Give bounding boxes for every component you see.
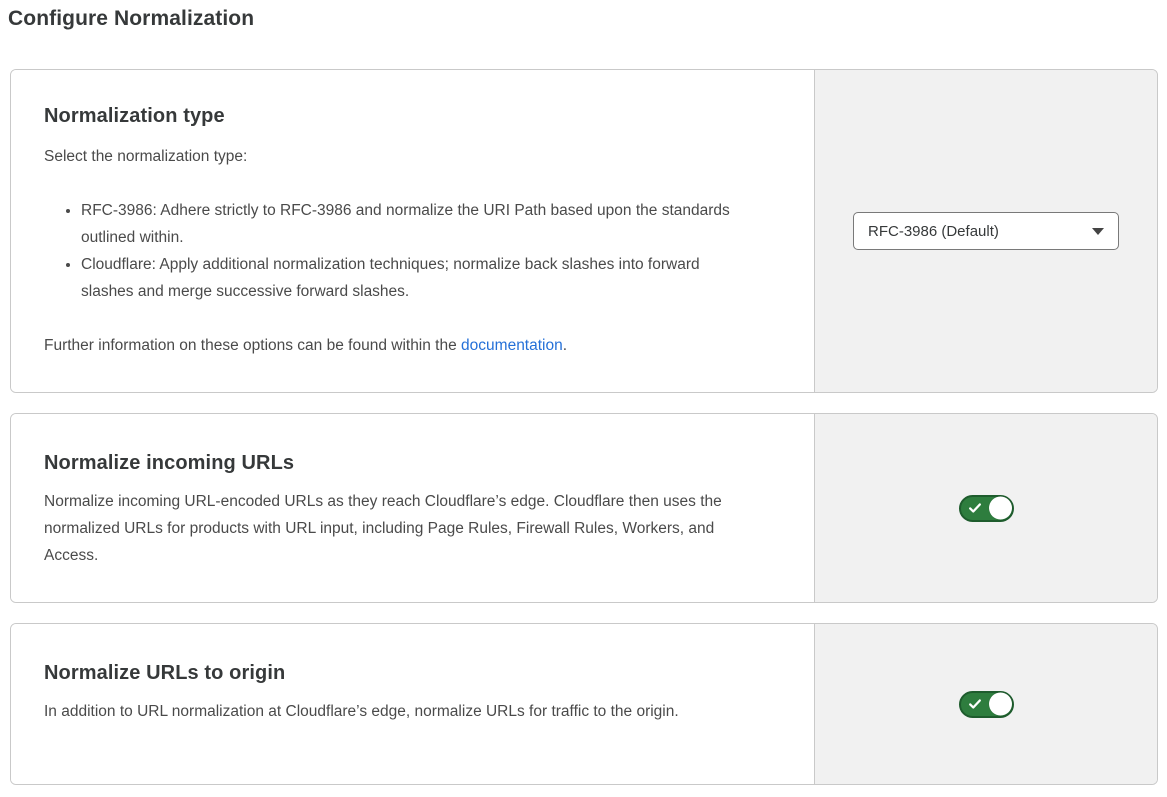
normalize-incoming-urls-title: Normalize incoming URLs bbox=[44, 450, 781, 476]
list-item-cloudflare: Cloudflare: Apply additional normalizati… bbox=[81, 251, 739, 305]
page-title: Configure Normalization bbox=[8, 7, 254, 31]
select-value: RFC-3986 (Default) bbox=[868, 223, 999, 240]
normalize-urls-to-origin-title: Normalize URLs to origin bbox=[44, 660, 781, 686]
footer-text-before: Further information on these options can… bbox=[44, 337, 461, 354]
normalization-type-content: Normalization type Select the normalizat… bbox=[11, 70, 814, 392]
normalization-options-list: RFC-3986: Adhere strictly to RFC-3986 an… bbox=[44, 197, 781, 305]
further-information-line: Further information on these options can… bbox=[44, 332, 766, 359]
normalization-type-select[interactable]: RFC-3986 (Default) bbox=[853, 212, 1119, 250]
normalization-type-title: Normalization type bbox=[44, 103, 781, 129]
footer-text-after: . bbox=[563, 337, 567, 354]
normalize-incoming-urls-control-panel bbox=[814, 414, 1157, 602]
normalize-urls-to-origin-content: Normalize URLs to origin In addition to … bbox=[11, 624, 814, 784]
normalization-type-card: Normalization type Select the normalizat… bbox=[10, 69, 1158, 393]
normalize-urls-to-origin-card: Normalize URLs to origin In addition to … bbox=[10, 623, 1158, 785]
normalize-urls-to-origin-toggle[interactable] bbox=[959, 691, 1014, 718]
list-item-rfc3986: RFC-3986: Adhere strictly to RFC-3986 an… bbox=[81, 197, 739, 251]
normalization-type-intro: Select the normalization type: bbox=[44, 143, 766, 170]
normalize-urls-to-origin-description: In addition to URL normalization at Clou… bbox=[44, 698, 766, 725]
normalize-incoming-urls-content: Normalize incoming URLs Normalize incomi… bbox=[11, 414, 814, 602]
toggle-knob bbox=[989, 497, 1012, 520]
normalize-incoming-urls-card: Normalize incoming URLs Normalize incomi… bbox=[10, 413, 1158, 603]
documentation-link[interactable]: documentation bbox=[461, 337, 563, 354]
normalize-urls-to-origin-control-panel bbox=[814, 624, 1157, 784]
normalize-incoming-urls-toggle[interactable] bbox=[959, 495, 1014, 522]
normalize-incoming-urls-description: Normalize incoming URL-encoded URLs as t… bbox=[44, 488, 766, 569]
check-icon bbox=[968, 501, 982, 515]
toggle-knob bbox=[989, 693, 1012, 716]
normalization-type-control-panel: RFC-3986 (Default) bbox=[814, 70, 1157, 392]
caret-down-icon bbox=[1092, 228, 1104, 235]
check-icon bbox=[968, 697, 982, 711]
